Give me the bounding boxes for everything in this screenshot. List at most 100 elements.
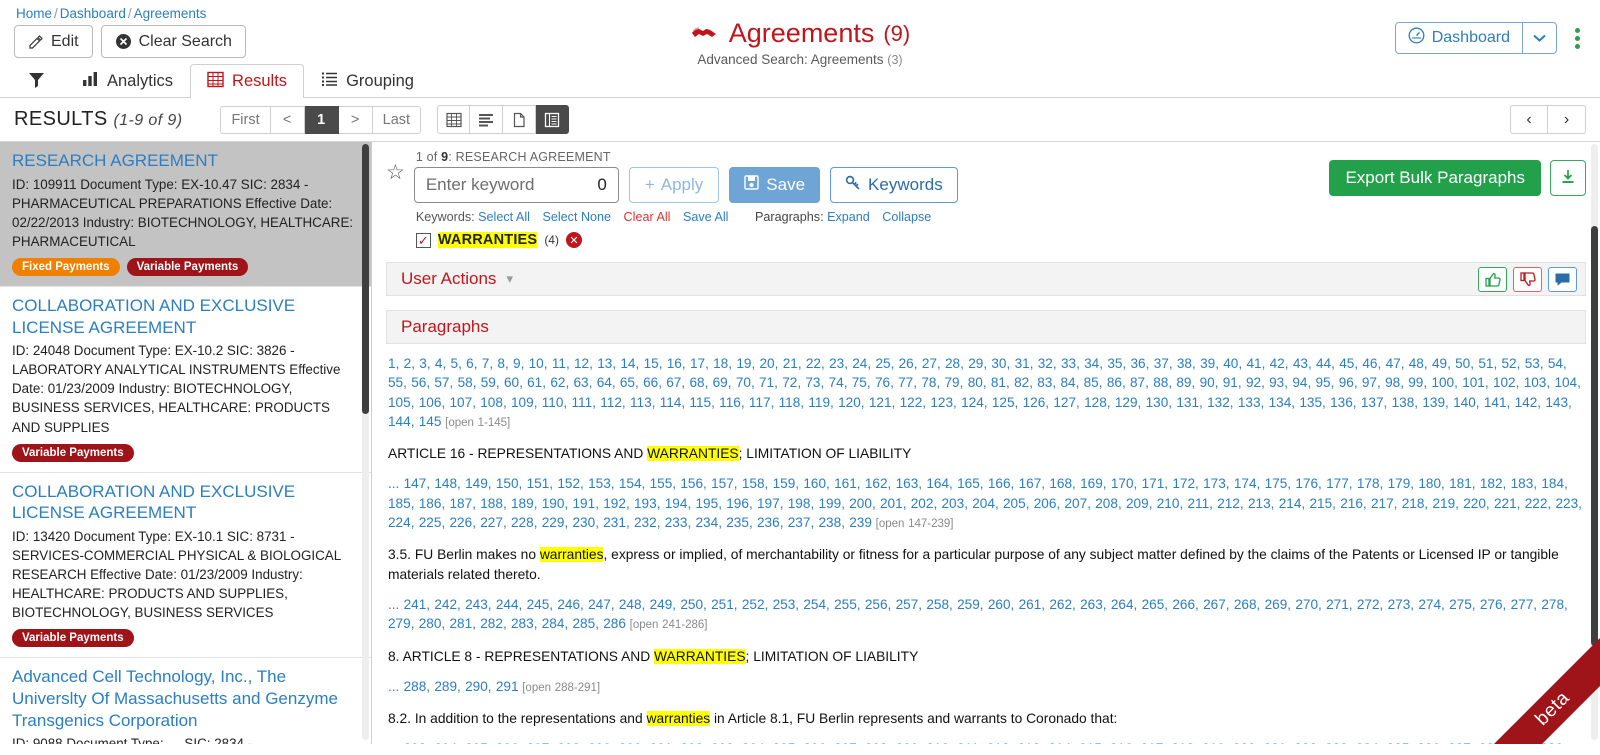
paragraph-link-85[interactable]: 85	[1084, 375, 1099, 390]
paragraph-link-34[interactable]: 34	[1084, 356, 1099, 371]
paragraph-link-324[interactable]: 324	[1356, 741, 1379, 744]
paragraph-link-82[interactable]: 82	[1014, 375, 1029, 390]
paragraph-link-210[interactable]: 210	[1157, 496, 1180, 511]
clear-all-link[interactable]: Clear All	[624, 210, 671, 224]
paragraph-link-302[interactable]: 302	[680, 741, 703, 744]
comment-icon[interactable]	[1548, 266, 1577, 292]
paragraph-link-216[interactable]: 216	[1340, 496, 1363, 511]
page-next-button[interactable]: >	[338, 105, 373, 134]
paragraph-link-241[interactable]: 241	[404, 597, 427, 612]
list-item[interactable]: Advanced Cell Technology, Inc., The Univ…	[0, 658, 371, 744]
paragraph-link-179[interactable]: 179	[1388, 476, 1411, 491]
paragraph-link-58[interactable]: 58	[458, 375, 473, 390]
paragraph-link-274[interactable]: 274	[1418, 597, 1441, 612]
paragraph-link-245[interactable]: 245	[527, 597, 550, 612]
paragraph-link-291[interactable]: 291	[496, 679, 519, 694]
paragraph-link-63[interactable]: 63	[574, 375, 589, 390]
paragraph-link-244[interactable]: 244	[496, 597, 519, 612]
paragraph-link-257[interactable]: 257	[896, 597, 919, 612]
paragraph-link-73[interactable]: 73	[805, 375, 820, 390]
paragraph-link-36[interactable]: 36	[1131, 356, 1146, 371]
record-prev-button[interactable]: ‹	[1510, 105, 1548, 134]
paragraph-link-105[interactable]: 105	[388, 395, 411, 410]
paragraph-link-275[interactable]: 275	[1449, 597, 1472, 612]
paragraph-link-37[interactable]: 37	[1154, 356, 1169, 371]
paragraph-link-191[interactable]: 191	[573, 496, 596, 511]
select-none-link[interactable]: Select None	[542, 210, 611, 224]
save-all-link[interactable]: Save All	[683, 210, 729, 224]
paragraph-link-32[interactable]: 32	[1038, 356, 1053, 371]
paragraph-link-92[interactable]: 92	[1246, 375, 1261, 390]
paragraph-link-17[interactable]: 17	[690, 356, 705, 371]
paragraph-link-48[interactable]: 48	[1409, 356, 1424, 371]
paragraph-link-267[interactable]: 267	[1203, 597, 1226, 612]
paragraph-link-35[interactable]: 35	[1107, 356, 1122, 371]
more-options-button[interactable]	[1569, 24, 1586, 53]
paragraph-link-284[interactable]: 284	[542, 616, 565, 631]
breadcrumb-item-agreements[interactable]: Agreements	[134, 6, 207, 21]
paragraph-link-290[interactable]: 290	[465, 679, 488, 694]
paragraph-link-123[interactable]: 123	[930, 395, 953, 410]
paragraph-link-272[interactable]: 272	[1357, 597, 1380, 612]
document-view-button[interactable]	[503, 105, 537, 134]
paragraph-link-87[interactable]: 87	[1130, 375, 1145, 390]
paragraph-link-2[interactable]: 2	[404, 356, 412, 371]
paragraph-link-94[interactable]: 94	[1292, 375, 1307, 390]
paragraph-link-303[interactable]: 303	[711, 741, 734, 744]
paragraph-link-212[interactable]: 212	[1217, 496, 1240, 511]
paragraph-link-52[interactable]: 52	[1502, 356, 1517, 371]
paragraph-link-318[interactable]: 318	[1171, 741, 1194, 744]
open-range-link[interactable]: [open 1-145]	[441, 417, 510, 429]
paragraph-link-280[interactable]: 280	[419, 616, 442, 631]
paragraph-link-271[interactable]: 271	[1326, 597, 1349, 612]
paragraph-link-189[interactable]: 189	[511, 496, 534, 511]
paragraph-link-53[interactable]: 53	[1525, 356, 1540, 371]
paragraph-link-225[interactable]: 225	[419, 515, 442, 530]
paragraph-link-13[interactable]: 13	[597, 356, 612, 371]
paragraph-link-96[interactable]: 96	[1339, 375, 1354, 390]
paragraph-link-230[interactable]: 230	[573, 515, 596, 530]
paragraph-link-301[interactable]: 301	[650, 741, 673, 744]
paragraph-link-171[interactable]: 171	[1142, 476, 1165, 491]
paragraph-link-30[interactable]: 30	[991, 356, 1006, 371]
paragraph-link-309[interactable]: 309	[896, 741, 919, 744]
paragraph-link-126[interactable]: 126	[1023, 395, 1046, 410]
paragraph-link-311[interactable]: 311	[957, 741, 979, 744]
paragraph-link-155[interactable]: 155	[650, 476, 673, 491]
paragraph-link-8[interactable]: 8	[497, 356, 505, 371]
paragraph-link-207[interactable]: 207	[1065, 496, 1088, 511]
clear-search-button[interactable]: Clear Search	[100, 25, 246, 58]
paragraph-link-259[interactable]: 259	[957, 597, 980, 612]
paragraph-link-316[interactable]: 316	[1110, 741, 1133, 744]
paragraph-link-117[interactable]: 117	[749, 395, 771, 410]
paragraph-link-31[interactable]: 31	[1015, 356, 1030, 371]
paragraph-link-249[interactable]: 249	[650, 597, 673, 612]
paragraph-link-218[interactable]: 218	[1402, 496, 1425, 511]
paragraph-link-180[interactable]: 180	[1418, 476, 1441, 491]
paragraph-link-101[interactable]: 101	[1462, 375, 1485, 390]
paragraph-link-83[interactable]: 83	[1037, 375, 1052, 390]
paragraph-link-69[interactable]: 69	[713, 375, 728, 390]
paragraph-link-110[interactable]: 110	[542, 395, 564, 410]
paragraph-link-299[interactable]: 299	[588, 741, 611, 744]
paragraph-link-135[interactable]: 135	[1299, 395, 1322, 410]
paragraph-link-214[interactable]: 214	[1279, 496, 1302, 511]
open-range-link[interactable]: [open 147-239]	[872, 518, 954, 530]
paragraph-link-39[interactable]: 39	[1200, 356, 1215, 371]
paragraph-link-158[interactable]: 158	[742, 476, 765, 491]
paragraph-link-282[interactable]: 282	[480, 616, 503, 631]
paragraph-link-61[interactable]: 61	[527, 375, 542, 390]
paragraph-link-253[interactable]: 253	[773, 597, 796, 612]
paragraph-link-142[interactable]: 142	[1515, 395, 1538, 410]
paragraph-link-235[interactable]: 235	[726, 515, 749, 530]
paragraph-link-314[interactable]: 314	[1048, 741, 1071, 744]
list-item[interactable]: RESEARCH AGREEMENT ID: 109911 Document T…	[0, 142, 371, 287]
lines-view-button[interactable]	[470, 105, 504, 134]
paragraph-link-228[interactable]: 228	[511, 515, 534, 530]
paragraph-link-65[interactable]: 65	[620, 375, 635, 390]
paragraph-link-134[interactable]: 134	[1269, 395, 1292, 410]
paragraph-link-4[interactable]: 4	[435, 356, 443, 371]
paragraph-link-23[interactable]: 23	[829, 356, 844, 371]
paragraph-link-50[interactable]: 50	[1455, 356, 1470, 371]
paragraph-link-163[interactable]: 163	[896, 476, 919, 491]
